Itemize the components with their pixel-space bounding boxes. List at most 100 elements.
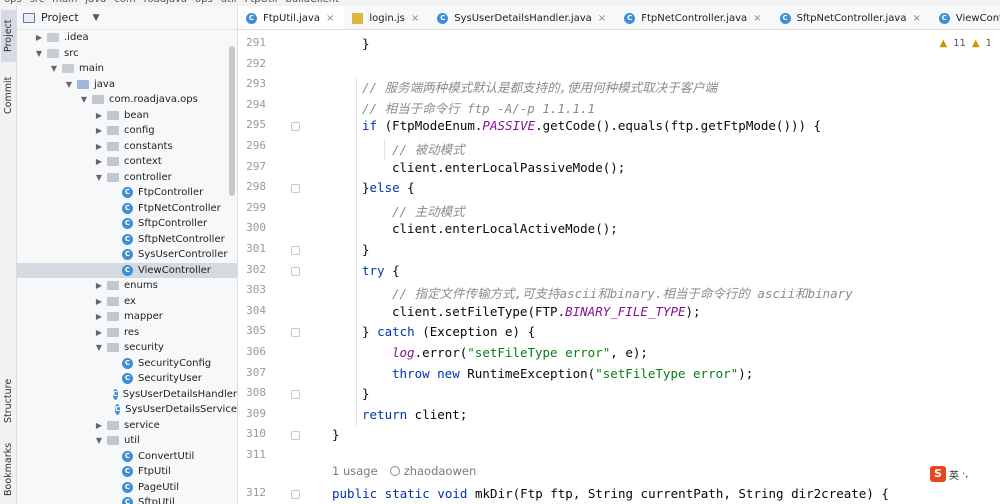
tree-folder-item[interactable]: ▶ enums bbox=[17, 278, 237, 294]
tree-folder-item[interactable]: ▼ com.roadjava.ops bbox=[17, 92, 237, 108]
tree-folder-item[interactable]: ▶ config bbox=[17, 123, 237, 139]
tree-folder-item[interactable]: ▶ constants bbox=[17, 139, 237, 155]
project-panel-header[interactable]: Project ▼ bbox=[17, 6, 237, 30]
close-icon[interactable]: × bbox=[753, 13, 761, 24]
tree-folder-item[interactable]: ▼ src bbox=[17, 46, 237, 62]
chevron-right-icon[interactable]: ▶ bbox=[94, 297, 104, 306]
tree-class-item[interactable]: C ConvertUtil bbox=[17, 449, 237, 465]
breadcrumb-item[interactable]: roadjava bbox=[144, 0, 187, 5]
structure-tool-tab[interactable]: Structure bbox=[1, 372, 16, 430]
editor-tab[interactable]: C SftpNetController.java × bbox=[772, 6, 931, 29]
chevron-down-icon[interactable]: ▼ bbox=[93, 13, 100, 23]
project-tree: ▶ .idea ▼ src ▼ main ▼ java ▼ com.roadjava.ops ▶ be… bbox=[17, 30, 237, 504]
breadcrumb-item[interactable]: buildClient bbox=[285, 0, 339, 5]
ime-mode[interactable]: 英 bbox=[949, 467, 959, 482]
tree-class-item[interactable]: C ViewController bbox=[17, 262, 237, 278]
tree-folder-item[interactable]: ▼ controller bbox=[17, 170, 237, 186]
breadcrumb-item[interactable]: java bbox=[85, 0, 106, 5]
tree-class-item[interactable]: C SftpUtil bbox=[17, 495, 237, 504]
tree-folder-item[interactable]: ▼ security bbox=[17, 340, 237, 356]
chevron-right-icon[interactable]: ▶ bbox=[94, 281, 104, 290]
tree-class-item[interactable]: C FtpUtil bbox=[17, 464, 237, 480]
ime-indicator[interactable]: S 英 ·, bbox=[930, 465, 1000, 483]
chevron-right-icon[interactable]: ▶ bbox=[94, 157, 104, 166]
tree-folder-item[interactable]: ▶ context bbox=[17, 154, 237, 170]
breadcrumb-item[interactable]: util bbox=[221, 0, 237, 5]
chevron-right-icon[interactable]: ▶ bbox=[94, 328, 104, 337]
close-icon[interactable]: × bbox=[912, 13, 920, 24]
inspection-widget[interactable]: ▲ 11 ▲ 1 bbox=[939, 38, 992, 49]
fold-marker-icon[interactable] bbox=[291, 246, 300, 255]
project-tool-tab[interactable]: Project bbox=[1, 10, 16, 62]
bookmarks-tool-tab[interactable]: Bookmarks bbox=[1, 438, 16, 500]
fold-marker-icon[interactable] bbox=[291, 390, 300, 400]
tree-folder-item[interactable]: ▶ bean bbox=[17, 108, 237, 124]
editor-tab[interactable]: CViewController.java× bbox=[931, 6, 1000, 29]
code-editor[interactable]: 291 292 293 294 295 296 297 298 299 300 301 302 303 3… bbox=[238, 30, 1000, 504]
tree-folder-item[interactable]: ▶ mapper bbox=[17, 309, 237, 325]
fold-marker-icon[interactable] bbox=[291, 184, 300, 194]
chevron-right-icon[interactable]: ▶ bbox=[94, 111, 104, 120]
breadcrumb-item[interactable]: FtpUtil bbox=[245, 0, 278, 5]
chevron-right-icon[interactable]: ▶ bbox=[94, 126, 104, 135]
editor-tab[interactable]: C FtpNetController.java × bbox=[616, 6, 771, 29]
editor-tab[interactable]: C SysUserDetailsHandler.java × bbox=[429, 6, 616, 29]
close-icon[interactable]: × bbox=[598, 13, 606, 24]
tree-folder-item[interactable]: ▶ .idea bbox=[17, 30, 237, 46]
tree-folder-item[interactable]: ▶ ex bbox=[17, 294, 237, 310]
chevron-right-icon[interactable]: ▶ bbox=[34, 33, 44, 42]
fold-marker-icon[interactable] bbox=[291, 431, 300, 441]
tree-class-item[interactable]: C FtpNetController bbox=[17, 201, 237, 217]
close-icon[interactable]: × bbox=[326, 13, 334, 24]
tree-folder-item[interactable]: ▼ java bbox=[17, 77, 237, 93]
project-scrollbar[interactable] bbox=[229, 46, 235, 196]
chevron-right-icon[interactable]: ▶ bbox=[94, 421, 104, 430]
chevron-down-icon[interactable]: ▼ bbox=[94, 173, 104, 182]
fold-marker-icon[interactable] bbox=[291, 122, 300, 132]
fold-marker-icon[interactable] bbox=[291, 266, 300, 276]
chevron-down-icon[interactable]: ▼ bbox=[94, 343, 104, 352]
usage-count[interactable]: 1 usage bbox=[332, 464, 378, 478]
tree-class-item[interactable]: C SysUserDetailsService bbox=[17, 402, 237, 418]
chevron-down-icon[interactable]: ▼ bbox=[64, 80, 74, 89]
tree-class-item[interactable]: C FtpController bbox=[17, 185, 237, 201]
chevron-right-icon[interactable]: ▶ bbox=[94, 142, 104, 151]
class-icon: C bbox=[246, 12, 257, 24]
breadcrumb-item[interactable]: ops bbox=[195, 0, 213, 5]
js-file-icon bbox=[352, 12, 364, 24]
chevron-right-icon[interactable]: ▶ bbox=[94, 312, 104, 321]
chevron-down-icon[interactable]: ▼ bbox=[34, 49, 44, 58]
tree-class-item[interactable]: C SecurityConfig bbox=[17, 356, 237, 372]
code-token: (Exception e) { bbox=[414, 324, 536, 340]
close-icon[interactable]: × bbox=[411, 13, 419, 24]
class-icon: C bbox=[122, 497, 133, 504]
tree-folder-item[interactable]: ▶ res bbox=[17, 325, 237, 341]
package-icon bbox=[107, 296, 119, 306]
chevron-down-icon[interactable]: ▼ bbox=[94, 436, 104, 445]
editor-tab[interactable]: C FtpUtil.java × bbox=[238, 6, 345, 29]
tree-class-item[interactable]: C SysUserController bbox=[17, 247, 237, 263]
tree-class-item[interactable]: C SysUserDetailsHandler bbox=[17, 387, 237, 403]
breadcrumb-item[interactable]: com bbox=[114, 0, 135, 5]
code-token: { bbox=[384, 262, 400, 278]
breadcrumb-item[interactable]: ops bbox=[4, 0, 22, 5]
editor-tab[interactable]: login.js × bbox=[344, 6, 429, 29]
commit-tool-tab[interactable]: Commit bbox=[1, 68, 16, 122]
tree-class-item[interactable]: C SecurityUser bbox=[17, 371, 237, 387]
keyword: catch bbox=[377, 324, 415, 340]
tree-class-item[interactable]: C SftpNetController bbox=[17, 232, 237, 248]
breadcrumb-item[interactable]: main bbox=[52, 0, 77, 5]
fold-marker-icon[interactable] bbox=[291, 490, 300, 499]
tree-class-item[interactable]: C SftpController bbox=[17, 216, 237, 232]
tree-folder-item[interactable]: ▼ main bbox=[17, 61, 237, 77]
chevron-down-icon[interactable]: ▼ bbox=[49, 64, 59, 73]
breadcrumb-item[interactable]: src bbox=[30, 0, 45, 5]
tree-class-item[interactable]: C PageUtil bbox=[17, 480, 237, 496]
editor-scrollbar[interactable] bbox=[990, 30, 1000, 504]
chevron-down-icon[interactable]: ▼ bbox=[79, 95, 89, 104]
fold-marker-icon[interactable] bbox=[291, 328, 300, 338]
code-vision-hint[interactable]: 1 usage zhaodaowen bbox=[332, 464, 476, 478]
ime-punctuation[interactable]: ·, bbox=[962, 469, 968, 480]
tree-folder-item[interactable]: ▼ util bbox=[17, 433, 237, 449]
tree-folder-item[interactable]: ▶ service bbox=[17, 418, 237, 434]
